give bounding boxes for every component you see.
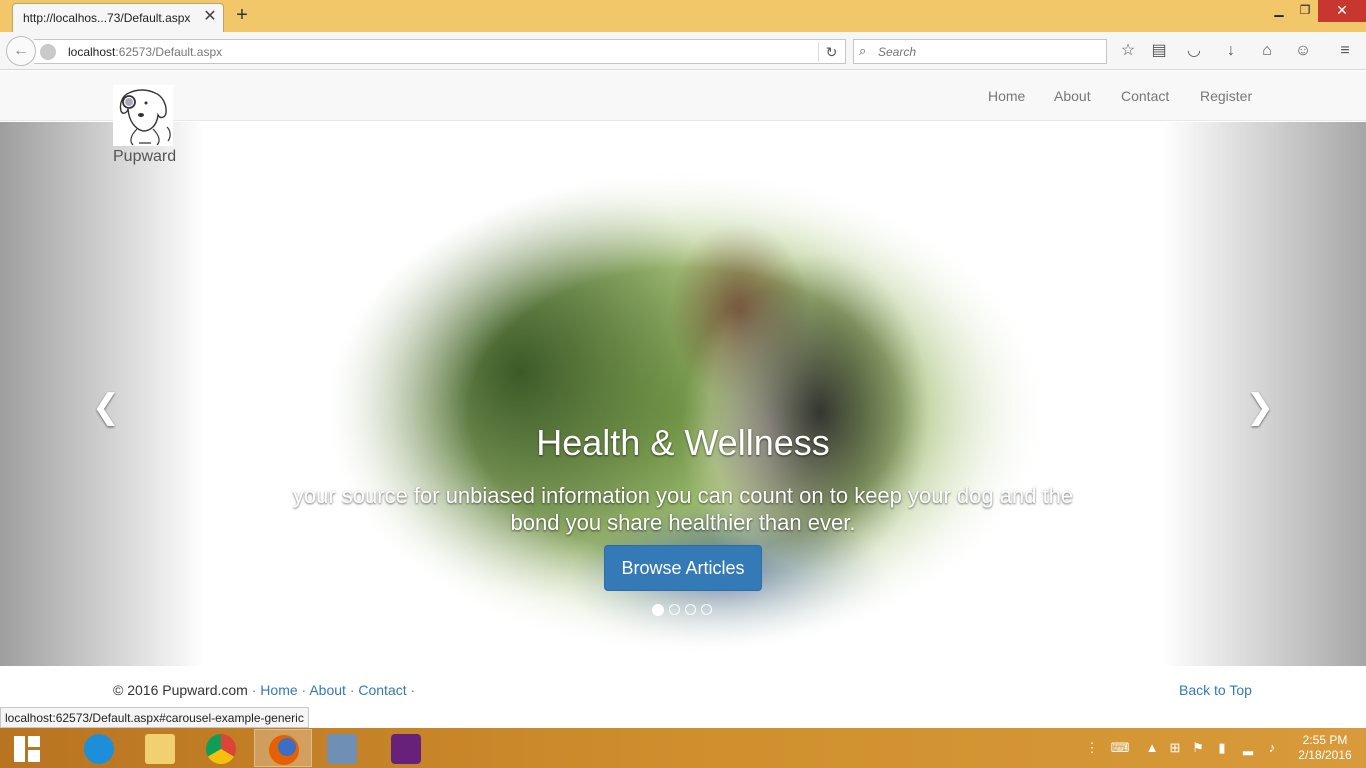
- taskbar-app-firefox[interactable]: [254, 729, 312, 767]
- carousel-indicator-1[interactable]: [652, 604, 664, 616]
- nav-link-register[interactable]: Register: [1200, 88, 1252, 104]
- footer-link-about[interactable]: About: [309, 682, 346, 698]
- bookmarks-list-icon[interactable]: ▤: [1148, 40, 1170, 62]
- carousel-indicator-4[interactable]: [701, 604, 712, 615]
- start-icon[interactable]: [14, 736, 40, 762]
- home-icon[interactable]: ⌂: [1256, 40, 1278, 62]
- url-path: :62573/Default.aspx: [115, 45, 223, 59]
- tab-close-icon[interactable]: ✕: [201, 8, 219, 26]
- bookmark-star-icon[interactable]: ☆: [1117, 40, 1139, 62]
- tab-title: http://localhos...73/Default.aspx: [23, 11, 191, 25]
- taskbar-app-internet-explorer[interactable]: [70, 729, 128, 767]
- battery-icon[interactable]: ▮: [1214, 740, 1230, 756]
- back-arrow-icon[interactable]: ←: [6, 36, 36, 66]
- action-center-flag-icon[interactable]: ⚑: [1190, 740, 1206, 756]
- chrome-icon: [206, 734, 236, 764]
- volume-icon[interactable]: ♪: [1264, 740, 1280, 756]
- footer-link-home[interactable]: Home: [260, 682, 297, 698]
- network-signal-icon[interactable]: ▂: [1240, 740, 1256, 756]
- taskbar-app-virtualbox[interactable]: [313, 729, 371, 767]
- search-icon: ⌕: [859, 43, 867, 58]
- search-input[interactable]: [878, 43, 1098, 60]
- screen: http://localhos...73/Default.aspx ✕ + ▁ …: [0, 0, 1366, 768]
- puppy-logo: [113, 85, 173, 146]
- footer-copyright: © 2016 Pupward.com: [113, 682, 248, 698]
- brand-link[interactable]: Pupward: [113, 85, 193, 167]
- new-tab-icon[interactable]: +: [232, 5, 252, 25]
- search-bar[interactable]: ⌕: [853, 39, 1107, 64]
- browse-articles-button[interactable]: Browse Articles: [604, 545, 762, 591]
- browser-tab[interactable]: http://localhos...73/Default.aspx ✕: [12, 3, 224, 32]
- pocket-icon[interactable]: ◡: [1183, 40, 1205, 62]
- windows-tray-icon[interactable]: ⊞: [1167, 740, 1183, 756]
- minimize-icon[interactable]: ▁: [1264, 0, 1294, 22]
- browser-titlebar: http://localhos...73/Default.aspx ✕ + ▁ …: [0, 0, 1366, 32]
- virtualbox-icon: [327, 734, 357, 764]
- globe-icon: [40, 44, 56, 60]
- footer-separator: ·: [251, 682, 261, 698]
- taskbar-app-visual-studio[interactable]: [377, 729, 435, 767]
- hero-carousel: ❮ ❯ Health & Wellness your source for un…: [0, 122, 1366, 666]
- internet-explorer-icon: [84, 734, 114, 764]
- footer-separator: ·: [410, 682, 416, 698]
- nav-link-contact[interactable]: Contact: [1121, 88, 1169, 104]
- url-bar[interactable]: localhost:62573/Default.aspx ↻: [34, 39, 846, 64]
- download-icon[interactable]: ↓: [1220, 40, 1242, 62]
- footer-link-contact[interactable]: Contact: [358, 682, 406, 698]
- url-host: localhost: [68, 45, 116, 59]
- carousel-indicator-2[interactable]: [669, 604, 680, 615]
- carousel-indicator-3[interactable]: [685, 604, 696, 615]
- menu-icon[interactable]: ≡: [1334, 40, 1356, 62]
- carousel-title: Health & Wellness: [536, 422, 830, 463]
- visual-studio-icon: [391, 734, 421, 764]
- keyboard-icon[interactable]: ⌨: [1106, 740, 1134, 756]
- reload-icon[interactable]: ↻: [818, 42, 844, 62]
- file-explorer-icon: [145, 734, 175, 764]
- web-page: Home About Contact Register Pupward ❮ ❯ …: [0, 71, 1366, 728]
- site-header: Home About Contact Register: [0, 71, 1366, 121]
- nav-link-about[interactable]: About: [1054, 88, 1091, 104]
- link-status-bar: localhost:62573/Default.aspx#carousel-ex…: [0, 707, 309, 728]
- taskbar-app-file-explorer[interactable]: [131, 729, 189, 767]
- browser-toolbar: localhost:62573/Default.aspx ↻ ← ⌕ ☆ ▤ ◡…: [0, 32, 1366, 70]
- firefox-icon: [269, 735, 299, 765]
- restore-icon[interactable]: ❐: [1292, 0, 1318, 22]
- windows-taskbar: ⋮ ⌨ ▲ ⊞ ⚑ ▮ ▂ ♪ 2:55 PM 2/18/2016: [0, 728, 1366, 768]
- back-to-top-link[interactable]: Back to Top: [1179, 682, 1252, 698]
- brand-name: Pupward: [113, 148, 177, 165]
- clock-time: 2:55 PM: [1302, 733, 1348, 747]
- nav-link-home[interactable]: Home: [988, 88, 1025, 104]
- url-text[interactable]: localhost:62573/Default.aspx: [68, 45, 222, 59]
- window-close-icon[interactable]: ✕: [1318, 0, 1366, 22]
- carousel-prev-icon[interactable]: ❮: [91, 387, 121, 427]
- taskbar-app-chrome[interactable]: [192, 729, 250, 767]
- clock-date: 2/18/2016: [1298, 748, 1352, 762]
- show-hidden-icons-icon[interactable]: ▲: [1144, 740, 1160, 756]
- footer-line: © 2016 Pupward.com · Home · About · Cont…: [113, 682, 415, 698]
- carousel-next-icon[interactable]: ❯: [1245, 387, 1275, 427]
- taskbar-clock[interactable]: 2:55 PM 2/18/2016: [1292, 733, 1358, 763]
- carousel-caption: your source for unbiased information you…: [292, 483, 1074, 535]
- chat-icon[interactable]: ☺: [1292, 40, 1314, 62]
- taskbar-grip-icon: ⋮: [1085, 740, 1099, 755]
- carousel-indicators: [652, 604, 716, 616]
